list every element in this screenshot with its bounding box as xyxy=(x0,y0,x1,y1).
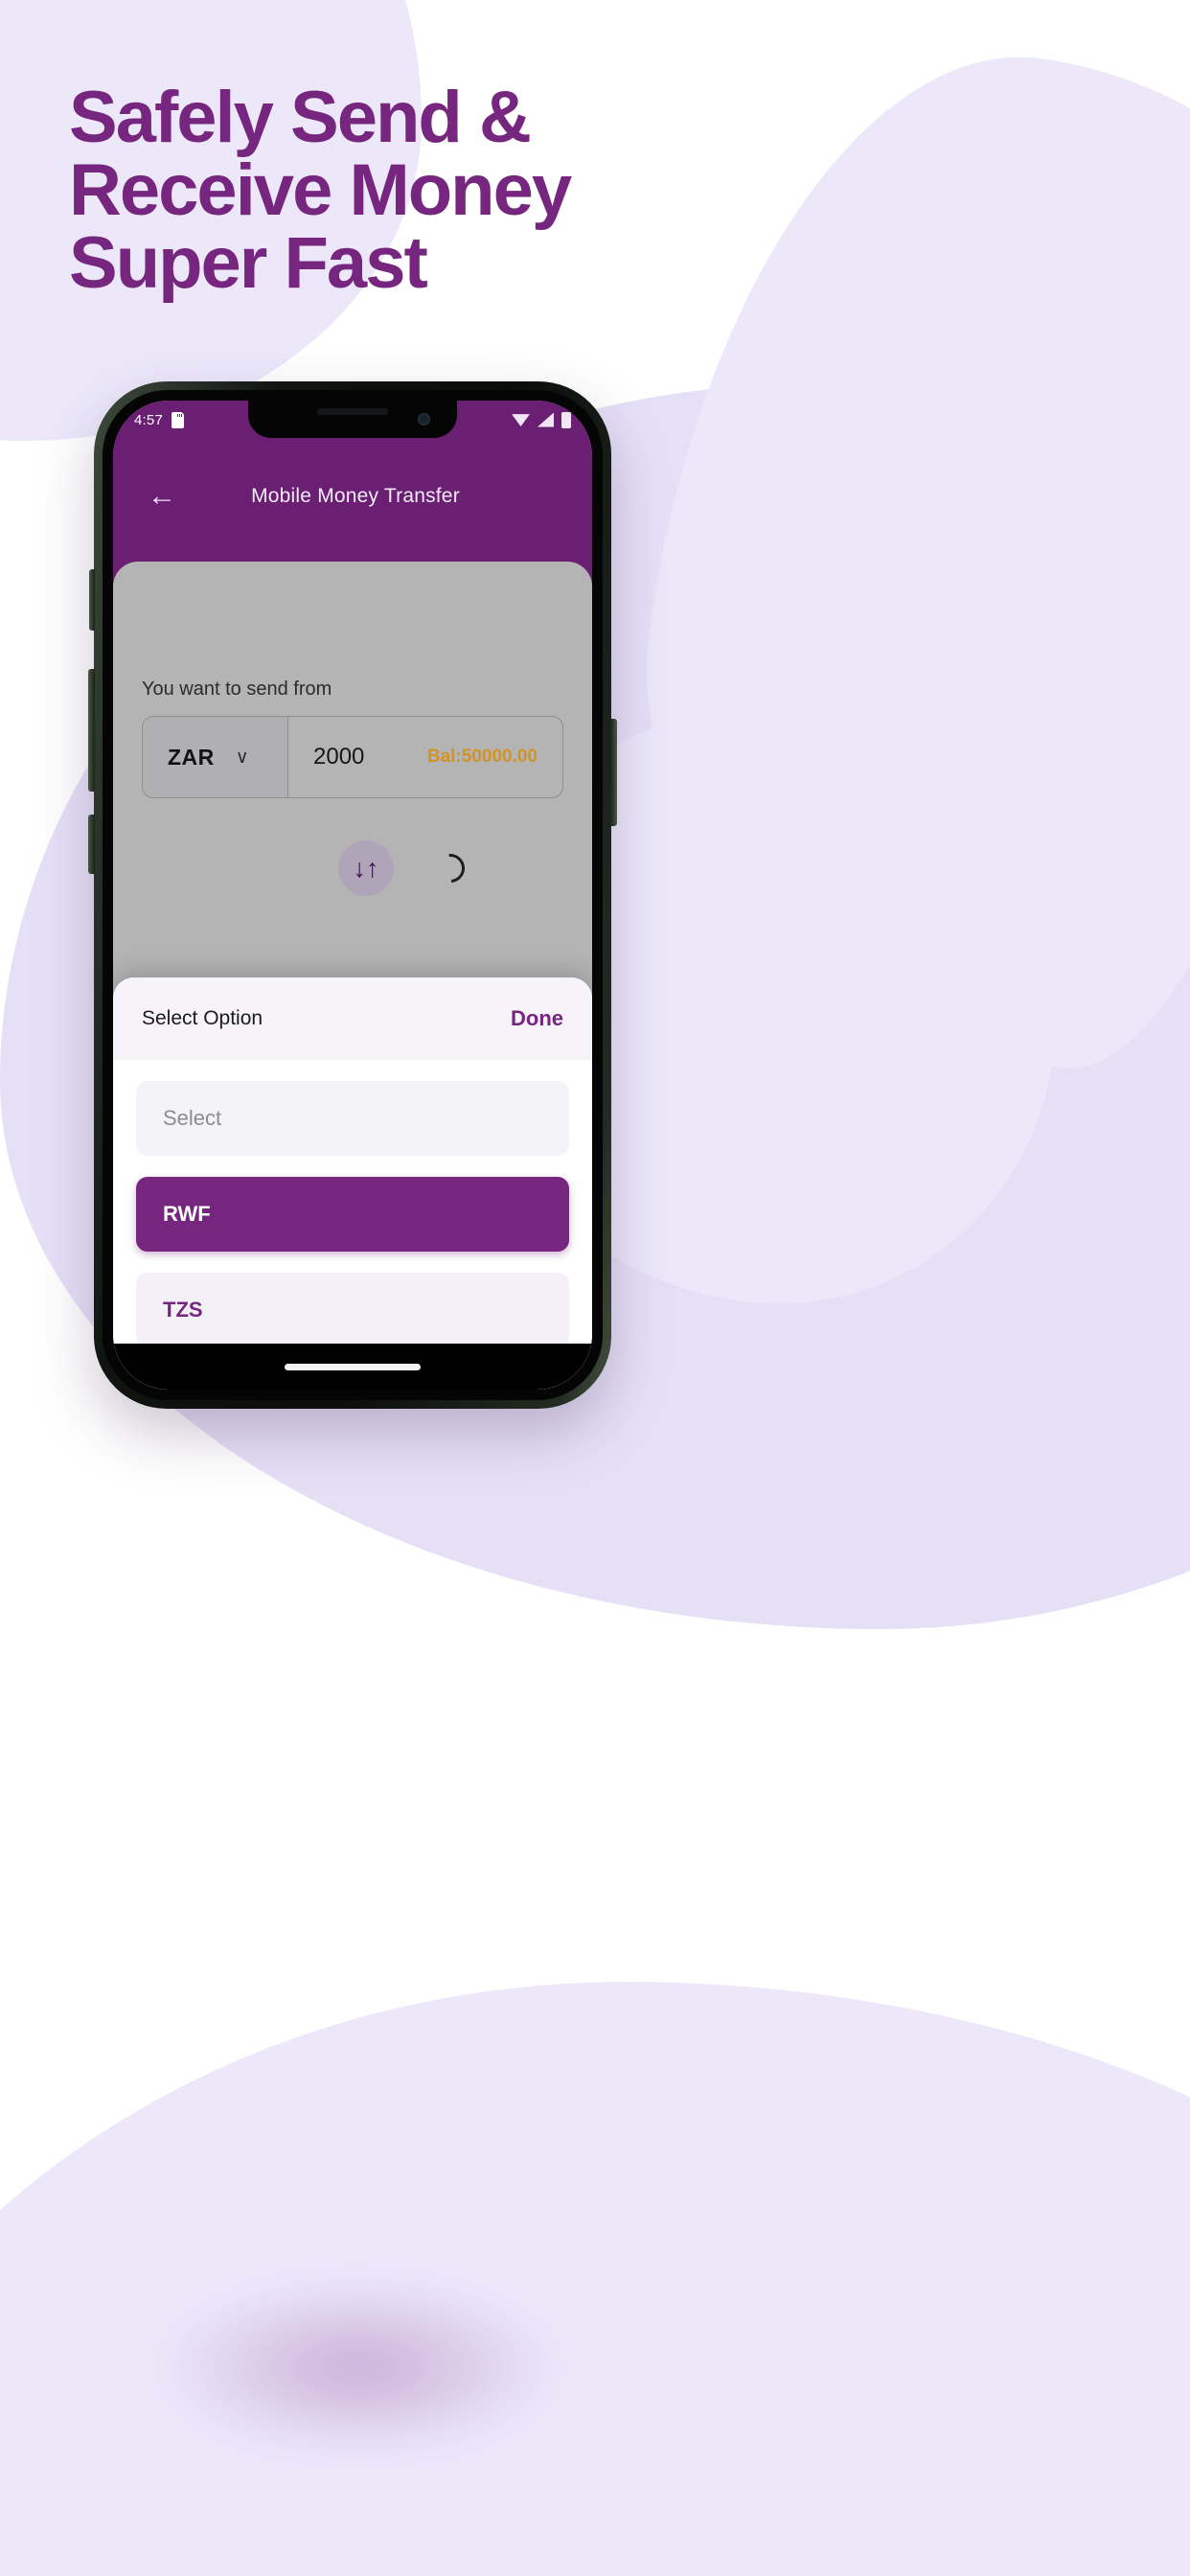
swap-currencies-button[interactable]: ↓↑ xyxy=(338,840,394,896)
send-from-field[interactable]: ZAR ∨ 2000 Bal:50000.00 xyxy=(142,716,563,798)
phone-volume-up-button[interactable] xyxy=(88,669,95,792)
balance-label: Bal:50000.00 xyxy=(426,747,538,767)
signal-icon xyxy=(538,412,554,427)
swap-row: ↓↑ xyxy=(338,840,563,896)
home-indicator-bar xyxy=(113,1344,592,1390)
done-button[interactable]: Done xyxy=(511,1006,563,1031)
list-item[interactable]: Select xyxy=(136,1081,569,1156)
headline-line-1: Safely Send & xyxy=(69,77,532,158)
list-item[interactable]: RWF xyxy=(136,1177,569,1252)
background-blob-bottom xyxy=(0,1982,1190,2576)
phone-notch xyxy=(248,401,457,438)
app-bar: ← Mobile Money Transfer xyxy=(113,458,592,535)
phone-volume-down-button[interactable] xyxy=(88,815,95,874)
phone-bezel: 4:57 ← Mobile Money Transfer You want to… xyxy=(103,390,603,1400)
send-from-label: You want to send from xyxy=(142,678,332,700)
bottom-sheet-title: Select Option xyxy=(142,1007,263,1029)
headline-line-2: Receive Money xyxy=(69,150,572,231)
bottom-sheet-header: Select Option Done xyxy=(113,978,592,1060)
home-indicator-handle[interactable] xyxy=(285,1363,421,1370)
earpiece-speaker xyxy=(317,408,388,415)
send-amount-container[interactable]: 2000 Bal:50000.00 xyxy=(288,717,562,797)
phone-mute-switch[interactable] xyxy=(89,569,95,631)
list-item[interactable]: TZS xyxy=(136,1273,569,1347)
phone-screen: 4:57 ← Mobile Money Transfer You want to… xyxy=(113,401,592,1390)
promo-headline: Safely Send & Receive Money Super Fast xyxy=(69,81,682,300)
headline-line-3: Super Fast xyxy=(69,222,428,304)
chevron-down-icon: ∨ xyxy=(235,747,249,768)
arrow-left-icon[interactable]: ← xyxy=(146,480,178,513)
send-currency-code: ZAR xyxy=(168,744,215,770)
swap-vertical-icon: ↓↑ xyxy=(353,853,379,883)
status-bar-right xyxy=(512,411,571,428)
phone-drop-shadow xyxy=(153,2281,565,2453)
select-option-bottom-sheet: Select Option Done Select RWF TZS UGX xyxy=(113,978,592,1390)
battery-icon xyxy=(561,411,571,428)
spinner-icon xyxy=(429,847,471,889)
status-bar-left: 4:57 xyxy=(134,411,184,428)
send-amount-input[interactable]: 2000 xyxy=(313,744,364,770)
front-camera-icon xyxy=(418,413,430,426)
wifi-icon xyxy=(512,414,530,426)
phone-power-button[interactable] xyxy=(610,719,617,826)
phone-mockup: 4:57 ← Mobile Money Transfer You want to… xyxy=(88,381,617,1409)
sd-card-icon xyxy=(172,411,184,428)
status-bar-clock: 4:57 xyxy=(134,411,163,428)
page-title: Mobile Money Transfer xyxy=(251,485,460,507)
currency-option-list: Select RWF TZS UGX xyxy=(113,1060,592,1390)
send-currency-selector[interactable]: ZAR ∨ xyxy=(143,717,288,797)
